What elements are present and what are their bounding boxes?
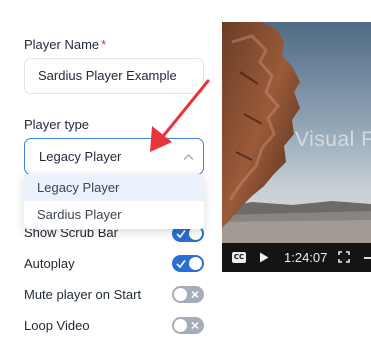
check-icon bbox=[176, 230, 186, 239]
fullscreen-icon[interactable] bbox=[338, 251, 350, 263]
autoplay-toggle[interactable] bbox=[172, 255, 204, 272]
video-preview[interactable]: Visual F bbox=[222, 22, 371, 272]
player-type-dropdown: Legacy Player Sardius Player bbox=[24, 174, 204, 229]
player-type-selected-value: Legacy Player bbox=[39, 149, 122, 164]
player-type-select[interactable]: Legacy Player bbox=[24, 138, 204, 175]
dropdown-option-legacy-player[interactable]: Legacy Player bbox=[24, 174, 204, 201]
x-icon bbox=[191, 290, 199, 299]
autoplay-label: Autoplay bbox=[24, 256, 75, 271]
closed-captions-icon[interactable]: CC bbox=[232, 252, 246, 263]
check-icon bbox=[176, 260, 186, 269]
playback-time: 1:24:07 bbox=[284, 250, 328, 265]
required-marker: * bbox=[101, 37, 107, 52]
mute-on-start-toggle[interactable] bbox=[172, 286, 204, 303]
volume-bar[interactable] bbox=[364, 257, 371, 259]
x-icon bbox=[191, 321, 199, 330]
chevron-up-icon bbox=[183, 154, 194, 160]
loop-video-label: Loop Video bbox=[24, 318, 90, 333]
loop-video-toggle[interactable] bbox=[172, 317, 204, 334]
mute-on-start-label: Mute player on Start bbox=[24, 287, 142, 302]
player-name-input[interactable]: Sardius Player Example bbox=[24, 58, 204, 94]
player-settings-panel: Player Name * Sardius Player Example Play… bbox=[0, 0, 371, 347]
player-control-bar: CC 1:24:07 bbox=[222, 243, 371, 272]
video-watermark-text: Visual F bbox=[295, 128, 371, 151]
dropdown-option-sardius-player[interactable]: Sardius Player bbox=[24, 201, 204, 228]
play-icon[interactable] bbox=[259, 252, 269, 263]
player-type-label: Player type bbox=[24, 117, 90, 132]
player-name-label: Player Name * bbox=[24, 37, 107, 52]
